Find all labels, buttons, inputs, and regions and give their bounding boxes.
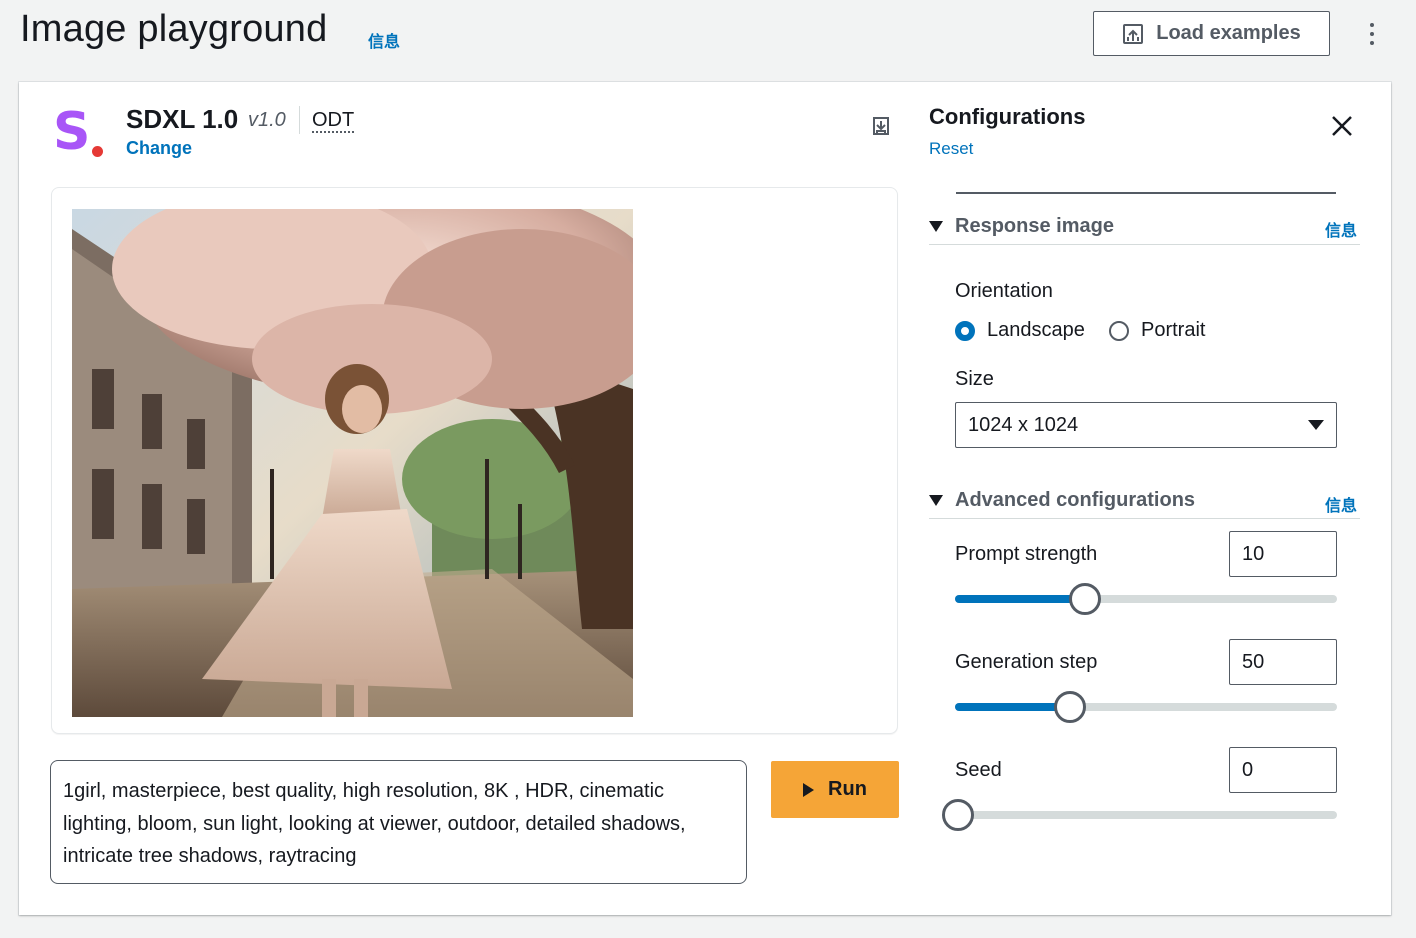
size-select-value: 1024 x 1024 bbox=[968, 413, 1079, 436]
play-icon bbox=[803, 782, 815, 797]
generated-image[interactable] bbox=[72, 209, 633, 717]
prompt-strength-slider[interactable] bbox=[955, 583, 1337, 615]
radio-portrait-label: Portrait bbox=[1141, 319, 1206, 341]
load-examples-label: Load examples bbox=[1156, 22, 1301, 44]
configurations-title: Configurations bbox=[929, 104, 1086, 129]
response-image-info-link[interactable]: 信息 bbox=[1325, 217, 1357, 241]
dropdown-caret-icon bbox=[1308, 420, 1324, 430]
slider-fill bbox=[955, 595, 1085, 603]
model-separator bbox=[299, 106, 300, 134]
upload-icon bbox=[1123, 23, 1144, 44]
slider-thumb[interactable] bbox=[1069, 583, 1101, 615]
more-options-icon[interactable] bbox=[1362, 18, 1382, 50]
caret-down-icon bbox=[929, 221, 943, 232]
model-name: SDXL 1.0 bbox=[126, 104, 239, 134]
seed-slider[interactable] bbox=[942, 799, 1337, 831]
seed-input[interactable] bbox=[1229, 747, 1337, 793]
caret-down-icon bbox=[929, 495, 943, 506]
prompt-strength-input[interactable] bbox=[1229, 531, 1337, 577]
size-label: Size bbox=[955, 368, 994, 390]
prompt-input[interactable]: 1girl, masterpiece, best quality, high r… bbox=[50, 760, 747, 884]
change-model-link[interactable]: Change bbox=[126, 138, 192, 159]
model-version: v1.0 bbox=[248, 109, 286, 131]
seed-label: Seed bbox=[955, 759, 1002, 781]
slider-thumb[interactable] bbox=[942, 799, 974, 831]
radio-unselected-icon bbox=[1109, 320, 1129, 341]
slider-thumb[interactable] bbox=[1054, 691, 1086, 723]
generation-step-label: Generation step bbox=[955, 651, 1098, 673]
prompt-strength-label: Prompt strength bbox=[955, 543, 1098, 565]
run-button[interactable]: Run bbox=[771, 761, 899, 818]
advanced-config-title: Advanced configurations bbox=[955, 489, 1196, 511]
size-select[interactable]: 1024 x 1024 bbox=[955, 402, 1337, 448]
model-logo: S bbox=[50, 102, 108, 162]
advanced-config-section-toggle[interactable]: Advanced configurations bbox=[929, 489, 1195, 512]
slider-fill bbox=[955, 703, 1070, 711]
close-icon[interactable] bbox=[1328, 112, 1356, 140]
logo-dot bbox=[92, 146, 103, 157]
section-divider bbox=[929, 518, 1360, 519]
radio-portrait[interactable]: Portrait bbox=[1109, 319, 1205, 342]
radio-selected-icon bbox=[955, 320, 975, 341]
config-divider bbox=[956, 192, 1336, 194]
section-divider bbox=[929, 244, 1360, 245]
logo-letter: S bbox=[53, 102, 91, 162]
response-image-title: Response image bbox=[955, 215, 1114, 237]
title-info-link[interactable]: 信息 bbox=[368, 28, 400, 52]
orientation-label: Orientation bbox=[955, 280, 1053, 302]
advanced-config-info-link[interactable]: 信息 bbox=[1325, 492, 1357, 516]
radio-landscape[interactable]: Landscape bbox=[955, 319, 1085, 342]
generation-step-slider[interactable] bbox=[955, 691, 1337, 723]
radio-landscape-label: Landscape bbox=[987, 319, 1085, 341]
response-image-section-toggle[interactable]: Response image bbox=[929, 215, 1114, 238]
load-examples-button[interactable]: Load examples bbox=[1093, 11, 1330, 56]
run-label: Run bbox=[828, 778, 867, 800]
odt-label[interactable]: ODT bbox=[312, 109, 355, 133]
download-icon[interactable] bbox=[869, 114, 893, 138]
page-title: Image playground bbox=[20, 8, 328, 50]
generation-step-input[interactable] bbox=[1229, 639, 1337, 685]
reset-link[interactable]: Reset bbox=[929, 139, 973, 159]
